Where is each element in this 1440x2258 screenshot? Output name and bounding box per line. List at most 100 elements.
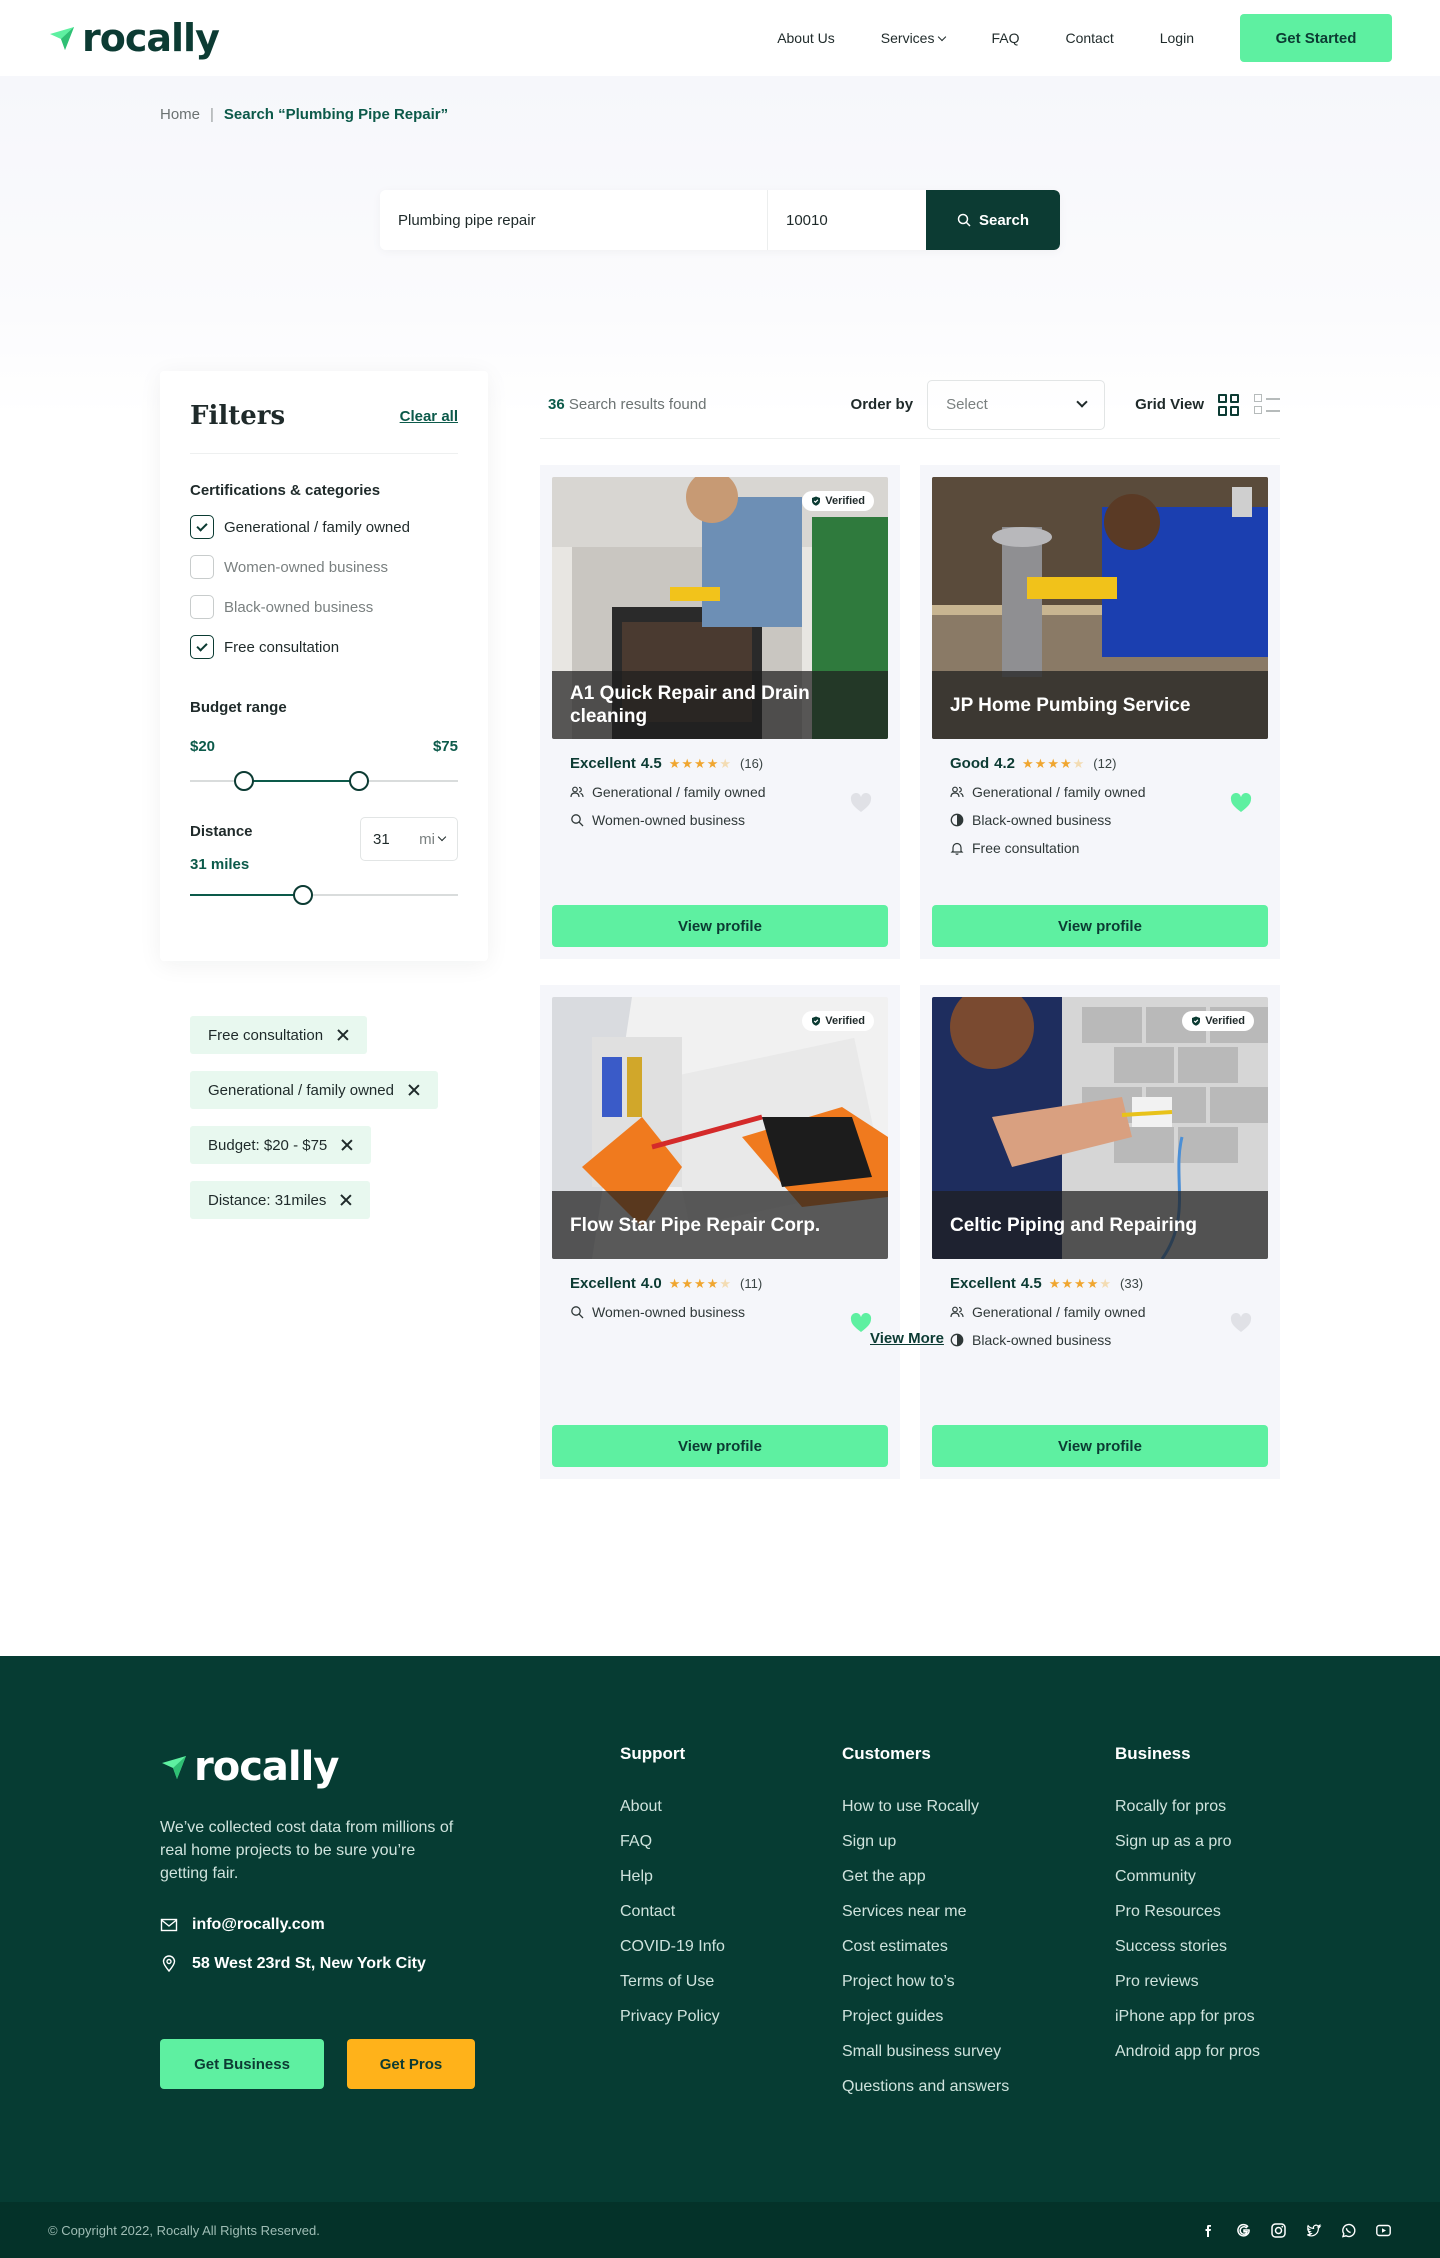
view-profile-button[interactable]: View profile — [932, 1425, 1268, 1467]
facebook-icon[interactable] — [1200, 2222, 1217, 2239]
nav-contact[interactable]: Contact — [1065, 30, 1113, 46]
category-checkbox-row[interactable]: Women-owned business — [190, 555, 458, 579]
pro-photo[interactable]: JP Home Pumbing Service — [932, 477, 1268, 739]
search-input[interactable] — [380, 190, 768, 250]
close-icon[interactable] — [337, 1029, 349, 1041]
view-profile-button[interactable]: View profile — [552, 905, 888, 947]
close-icon[interactable] — [340, 1194, 352, 1206]
footer-link[interactable]: Community — [1115, 1868, 1260, 1886]
whatsapp-icon[interactable] — [1340, 2222, 1357, 2239]
logo[interactable]: rocally — [48, 16, 220, 60]
footer-link[interactable]: How to use Rocally — [842, 1798, 1009, 1816]
close-icon[interactable] — [408, 1084, 420, 1096]
footer-link[interactable]: Pro Resources — [1115, 1903, 1260, 1921]
checkbox[interactable] — [190, 555, 214, 579]
budget-max-handle[interactable] — [348, 771, 369, 791]
twitter-icon[interactable] — [1305, 2222, 1322, 2239]
footer-logo-text: rocally — [194, 1744, 339, 1790]
get-started-button[interactable]: Get Started — [1240, 14, 1392, 62]
distance-unit-select[interactable]: mi — [419, 831, 447, 848]
pro-name[interactable]: A1 Quick Repair and Drain cleaning — [552, 671, 888, 739]
chevron-down-icon — [938, 32, 947, 42]
feature-item: Generational / family owned — [950, 784, 1250, 800]
footer-link[interactable]: Contact — [620, 1903, 725, 1921]
google-icon[interactable] — [1235, 2222, 1252, 2239]
filter-chip-wrapper: Distance: 31miles — [190, 1181, 490, 1236]
checkbox[interactable] — [190, 595, 214, 619]
footer-link[interactable]: Rocally for pros — [1115, 1798, 1260, 1816]
view-more-link[interactable]: View More — [870, 1330, 944, 1347]
distance-title: Distance — [190, 823, 253, 840]
view-profile-button[interactable]: View profile — [552, 1425, 888, 1467]
footer-link[interactable]: Small business survey — [842, 2043, 1009, 2061]
footer-link[interactable]: Project how to’s — [842, 1973, 1009, 1991]
youtube-icon[interactable] — [1375, 2222, 1392, 2239]
pro-name[interactable]: JP Home Pumbing Service — [932, 671, 1268, 739]
people-icon — [570, 785, 584, 799]
budget-slider[interactable] — [190, 771, 458, 791]
footer-link[interactable]: Questions and answers — [842, 2078, 1009, 2096]
budget-min-handle[interactable] — [233, 771, 254, 791]
logo-text: rocally — [82, 16, 220, 60]
footer-link[interactable]: Success stories — [1115, 1938, 1260, 1956]
footer-link[interactable]: Sign up — [842, 1833, 1009, 1851]
distance-slider[interactable] — [190, 885, 458, 905]
distance-handle[interactable] — [292, 885, 313, 905]
pro-photo[interactable]: Verified A1 Quick Repair and Drain cleani… — [552, 477, 888, 739]
breadcrumb-home[interactable]: Home — [160, 106, 200, 123]
heart-icon[interactable] — [1230, 792, 1252, 813]
footer-link[interactable]: Sign up as a pro — [1115, 1833, 1260, 1851]
footer-link[interactable]: Android app for pros — [1115, 2043, 1260, 2061]
nav-services[interactable]: Services — [881, 30, 947, 46]
category-checkbox-row[interactable]: Free consultation — [190, 635, 458, 659]
pro-name[interactable]: Celtic Piping and Repairing — [932, 1191, 1268, 1259]
footer-link[interactable]: Pro reviews — [1115, 1973, 1260, 1991]
category-label: Black-owned business — [224, 598, 374, 616]
nav-login[interactable]: Login — [1160, 30, 1194, 46]
social-links — [1200, 2222, 1392, 2239]
heart-icon[interactable] — [850, 1312, 872, 1333]
get-business-button[interactable]: Get Business — [160, 2039, 324, 2089]
footer-link[interactable]: Terms of Use — [620, 1973, 725, 1991]
category-checkbox-row[interactable]: Generational / family owned — [190, 515, 458, 539]
verified-badge: Verified — [802, 1011, 874, 1031]
grid-view-icon[interactable] — [1218, 393, 1240, 416]
footer-link[interactable]: Services near me — [842, 1903, 1009, 1921]
heart-icon[interactable] — [850, 792, 872, 813]
checkbox[interactable] — [190, 515, 214, 539]
footer-link[interactable]: FAQ — [620, 1833, 725, 1851]
instagram-icon[interactable] — [1270, 2222, 1287, 2239]
footer-logo[interactable]: rocally — [160, 1744, 339, 1790]
category-checkbox-row[interactable]: Black-owned business — [190, 595, 458, 619]
rating-value: 4.5 — [640, 755, 662, 772]
list-view-icon[interactable] — [1254, 393, 1280, 416]
footer-link[interactable]: COVID-19 Info — [620, 1938, 725, 1956]
get-pros-button[interactable]: Get Pros — [347, 2039, 475, 2089]
search-hero: Home | Search “Plumbing Pipe Repair” Searc… — [0, 76, 1440, 416]
footer-link[interactable]: Project guides — [842, 2008, 1009, 2026]
search-button[interactable]: Search — [926, 190, 1060, 250]
checkbox[interactable] — [190, 635, 214, 659]
pro-name[interactable]: Flow Star Pipe Repair Corp. — [552, 1191, 888, 1259]
close-icon[interactable] — [341, 1139, 353, 1151]
footer-link[interactable]: Privacy Policy — [620, 2008, 725, 2026]
zip-input[interactable] — [768, 190, 926, 250]
distance-input[interactable]: 31 mi — [360, 817, 458, 861]
pro-photo[interactable]: Verified Celtic Piping and Repairing — [932, 997, 1268, 1259]
footer-link[interactable]: Get the app — [842, 1868, 1009, 1886]
heart-icon[interactable] — [1230, 1312, 1252, 1333]
footer-email[interactable]: info@rocally.com — [160, 1916, 325, 1934]
pro-photo[interactable]: Verified Flow Star Pipe Repair Corp. — [552, 997, 888, 1259]
footer-link[interactable]: iPhone app for pros — [1115, 2008, 1260, 2026]
budget-labels: $20 $75 — [190, 738, 458, 755]
nav-faq[interactable]: FAQ — [991, 30, 1019, 46]
footer-link[interactable]: Cost estimates — [842, 1938, 1009, 1956]
footer-link[interactable]: Help — [620, 1868, 725, 1886]
clear-all-link[interactable]: Clear all — [400, 408, 458, 425]
feature-item: Generational / family owned — [950, 1304, 1250, 1320]
order-by-select[interactable]: Select — [927, 379, 1106, 430]
nav-about[interactable]: About Us — [777, 30, 835, 46]
view-profile-button[interactable]: View profile — [932, 905, 1268, 947]
footer-link[interactable]: About — [620, 1798, 725, 1816]
verified-badge: Verified — [802, 491, 874, 511]
